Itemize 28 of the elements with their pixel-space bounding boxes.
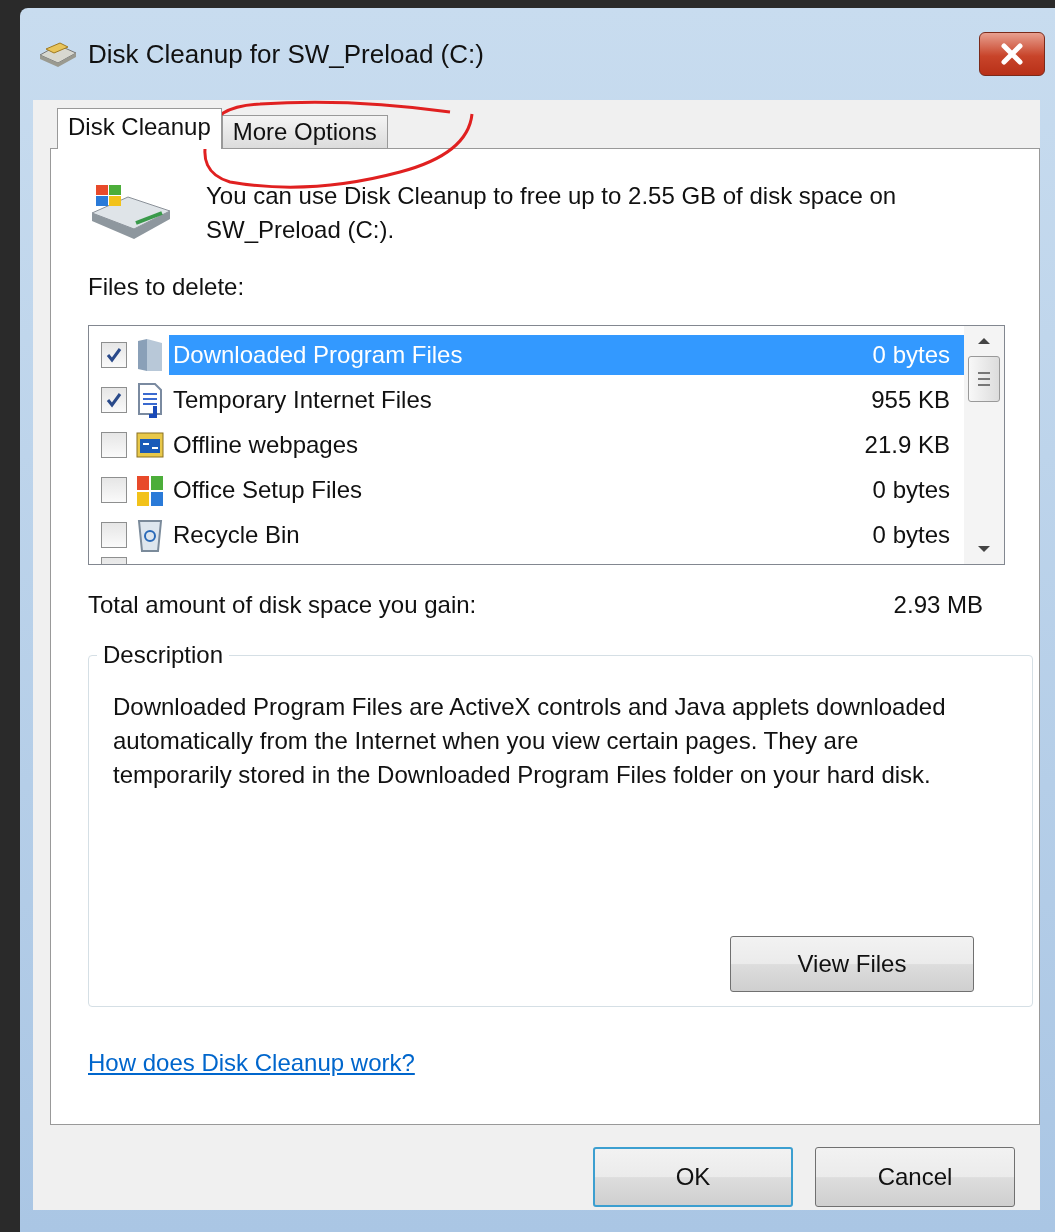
checkbox[interactable]: [101, 431, 127, 458]
disk-cleanup-icon: [38, 41, 78, 67]
folder-icon: [135, 336, 165, 373]
file-category-item[interactable]: Office Setup Files 0 bytes: [169, 469, 964, 510]
checkbox[interactable]: [101, 386, 127, 413]
window-title: Disk Cleanup for SW_Preload (C:): [88, 38, 484, 70]
ok-button[interactable]: OK: [593, 1147, 793, 1207]
tab[interactable]: Disk Cleanup: [57, 108, 222, 149]
total-value: 2.93 MB: [893, 591, 983, 619]
total-label: Total amount of disk space you gain:: [88, 591, 477, 619]
close-button[interactable]: [979, 32, 1045, 76]
scrollbar[interactable]: [964, 326, 1004, 564]
scroll-thumb[interactable]: [968, 356, 1000, 402]
intro-text: You can use Disk Cleanup to free up to 2.55 GB of disk space on SW_Preload (C:).: [206, 181, 898, 245]
description-text: Downloaded Program Files are ActiveX controls and Java applets downloaded automatically from the Internet when you view certain pages. They are temporarily stored in the Downloaded Program Files folder on your hard disk.: [113, 692, 947, 790]
document-icon: [135, 381, 165, 418]
cancel-button[interactable]: Cancel: [815, 1147, 1015, 1207]
file-category-item[interactable]: Temporary Internet Files 955 KB: [169, 379, 964, 420]
checkbox[interactable]: [101, 521, 127, 548]
checkbox[interactable]: [101, 341, 127, 368]
close-icon: [999, 43, 1025, 65]
files-label: Files to delete:: [88, 273, 246, 301]
tab[interactable]: More Options: [221, 115, 388, 148]
view-files-button[interactable]: View Files: [730, 936, 974, 992]
file-category-item[interactable]: Offline webpages 21.9 KB: [169, 424, 964, 465]
help-link[interactable]: How does Disk Cleanup work?: [88, 1049, 415, 1077]
checkbox[interactable]: [101, 476, 127, 503]
file-category-item[interactable]: Recycle Bin 0 bytes: [169, 514, 964, 555]
